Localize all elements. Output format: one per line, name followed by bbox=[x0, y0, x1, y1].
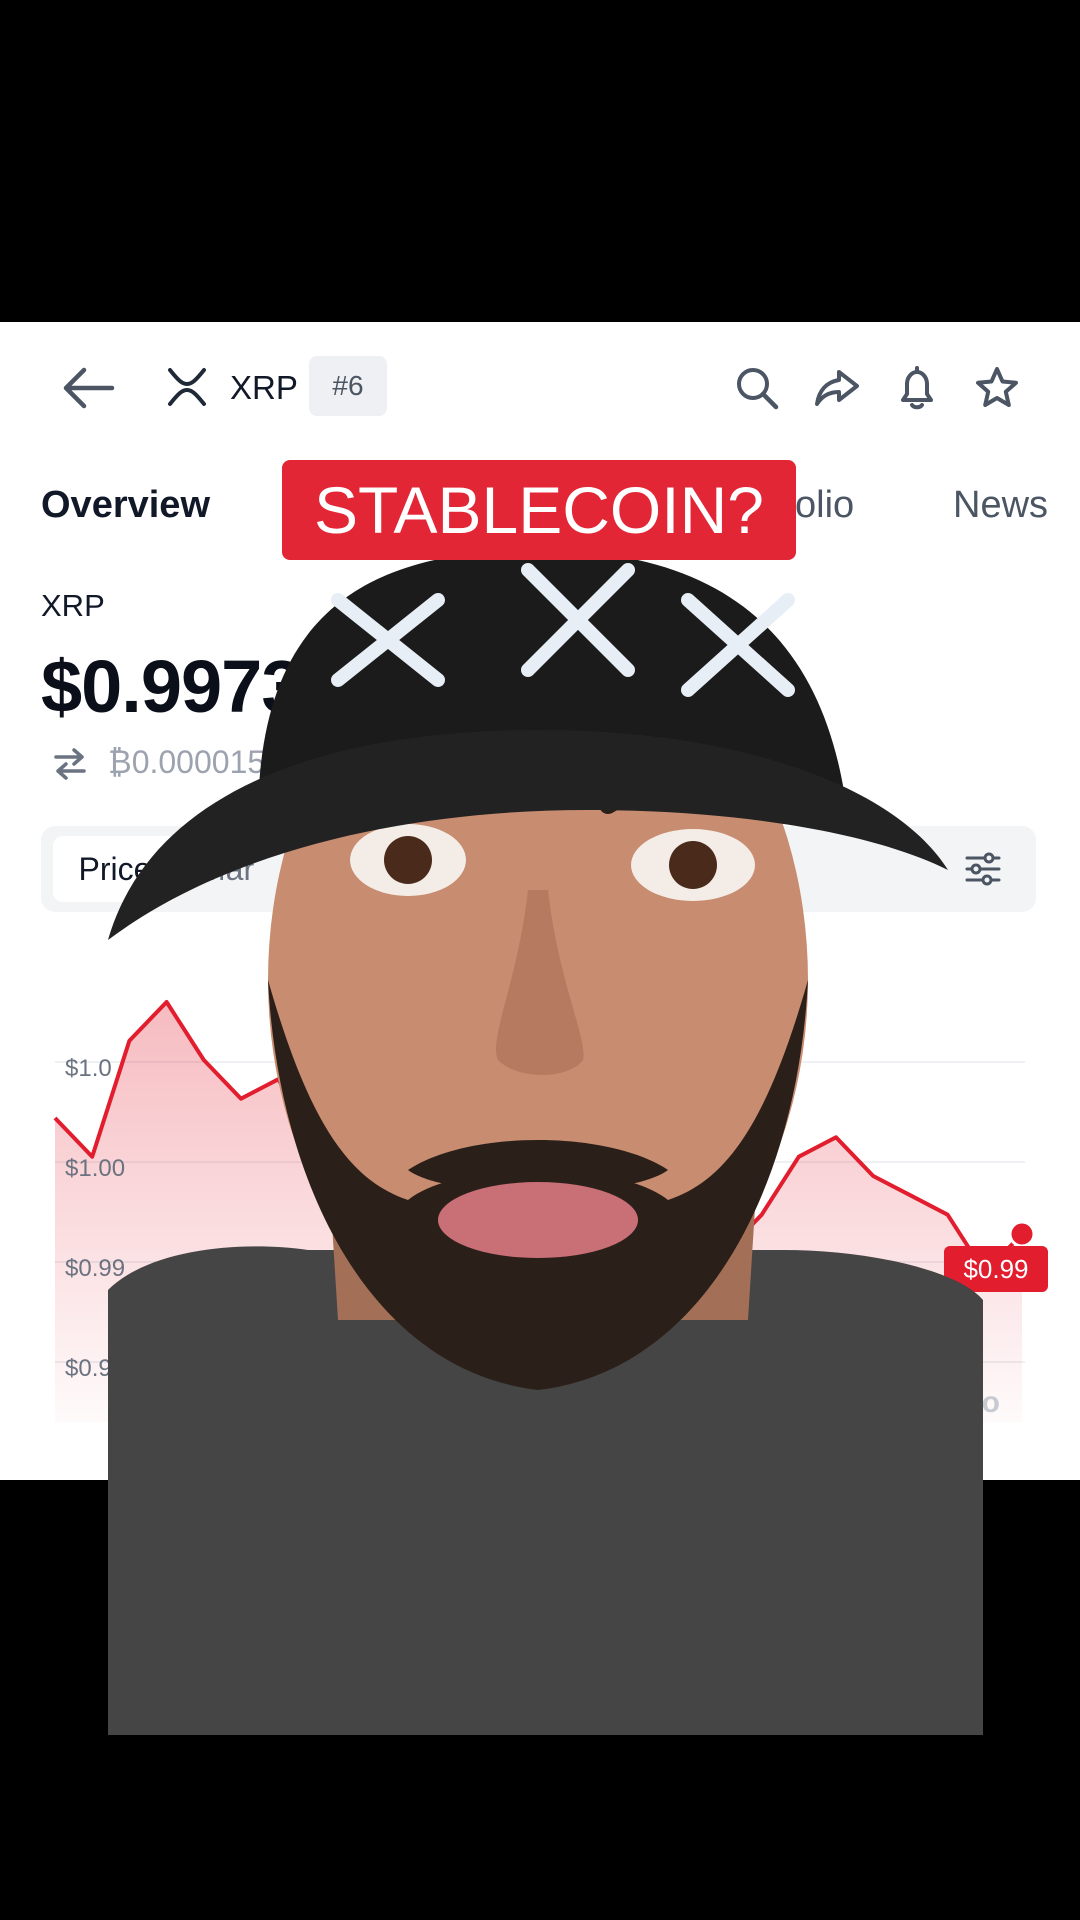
mouth bbox=[438, 1182, 638, 1258]
back-arrow-icon[interactable] bbox=[58, 364, 118, 412]
y-tick-label: $1.0 bbox=[65, 1055, 112, 1082]
search-icon[interactable] bbox=[733, 364, 781, 412]
bell-icon[interactable] bbox=[893, 364, 941, 412]
presenter-cutout bbox=[108, 560, 983, 1735]
rank-badge: #6 bbox=[309, 356, 387, 416]
coin-name: XRP bbox=[230, 369, 298, 406]
tab-portfolio[interactable]: olio bbox=[795, 480, 854, 530]
caption-banner: STABLECOIN? bbox=[282, 460, 796, 560]
right-iris bbox=[669, 841, 717, 889]
share-icon[interactable] bbox=[813, 364, 861, 412]
left-iris bbox=[384, 836, 432, 884]
convert-icon bbox=[54, 748, 86, 780]
star-icon[interactable] bbox=[973, 364, 1021, 412]
xrp-logo-icon bbox=[168, 368, 206, 406]
coin-symbol: XRP bbox=[41, 588, 105, 623]
current-price-dot bbox=[1008, 1220, 1036, 1248]
top-bar: XRP #6 bbox=[0, 322, 1080, 452]
tab-news[interactable]: News bbox=[953, 480, 1048, 530]
tab-overview[interactable]: Overview bbox=[41, 480, 210, 530]
